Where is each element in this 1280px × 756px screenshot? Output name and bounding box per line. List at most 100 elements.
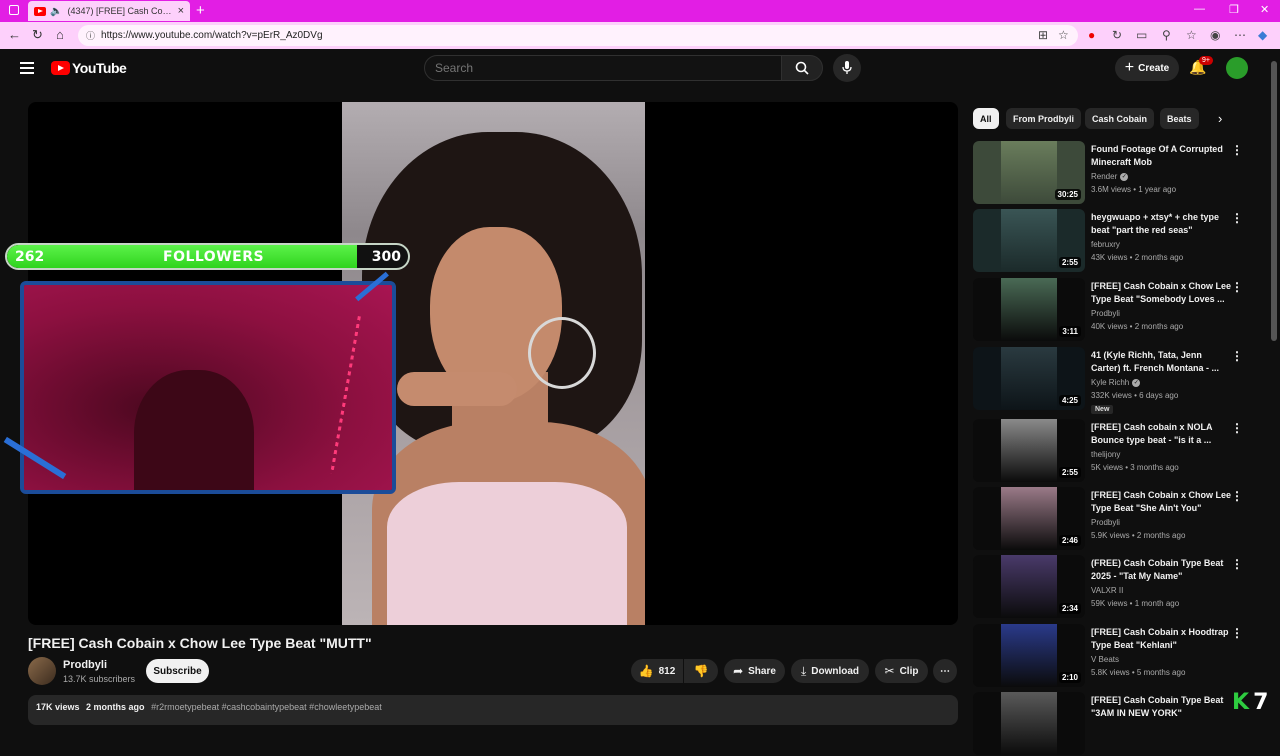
recommendation-channel[interactable]: VALXR II — [1091, 586, 1123, 595]
more-vertical-icon[interactable]: ⋮ — [1231, 211, 1243, 225]
description-box[interactable]: 17K views 2 months ago #r2rmoetypebeat #… — [28, 695, 958, 725]
thumbnail-image — [1001, 347, 1057, 410]
recommendation-title[interactable]: [FREE] Cash Cobain Type Beat "3AM IN NEW… — [1091, 694, 1231, 720]
recommendation-item[interactable]: 2:34 (FREE) Cash Cobain Type Beat 2025 - … — [973, 555, 1253, 619]
menu-icon[interactable] — [20, 62, 34, 74]
more-vertical-icon[interactable]: ⋮ — [1231, 280, 1243, 294]
recommendation-channel[interactable]: thelijony — [1091, 450, 1120, 459]
recommendation-channel[interactable]: Prodbyli — [1091, 309, 1120, 318]
app-available-icon[interactable]: ⊞ — [1038, 28, 1048, 42]
hashtags[interactable]: #r2rmoetypebeat #cashcobaintypebeat #cho… — [151, 702, 382, 712]
recommendation-title[interactable]: Found Footage Of A Corrupted Minecraft M… — [1091, 143, 1231, 169]
new-tab-icon[interactable]: + — [196, 2, 205, 19]
recommendation-item[interactable]: 2:55 [FREE] Cash cobain x NOLA Bounce typ… — [973, 419, 1253, 483]
recommendation-item[interactable]: 30:25 Found Footage Of A Corrupted Minecr… — [973, 141, 1253, 205]
recommendation-title[interactable]: (FREE) Cash Cobain Type Beat 2025 - "Tat… — [1091, 557, 1231, 583]
create-button[interactable]: + Create — [1115, 55, 1179, 81]
more-vertical-icon[interactable]: ⋮ — [1231, 349, 1243, 363]
recommendation-title[interactable]: [FREE] Cash Cobain x Chow Lee Type Beat … — [1091, 280, 1231, 306]
recommendation-thumbnail[interactable]: 30:25 — [973, 141, 1085, 204]
recommendation-thumbnail[interactable]: 2:46 — [973, 487, 1085, 550]
thumbnail-image — [1001, 624, 1057, 687]
favorites-icon[interactable]: ☆ — [1186, 28, 1197, 42]
recommendation-item[interactable]: 2:10 [FREE] Cash Cobain x Hoodtrap Type B… — [973, 624, 1253, 688]
more-actions-button[interactable]: ⋯ — [933, 659, 957, 683]
recommendation-title[interactable]: [FREE] Cash cobain x NOLA Bounce type be… — [1091, 421, 1231, 447]
scrollbar-thumb[interactable] — [1271, 61, 1277, 341]
chip-cash-cobain[interactable]: Cash Cobain — [1085, 108, 1155, 129]
speaker-icon[interactable]: 🔈 — [50, 6, 62, 17]
recommendation-title[interactable]: heygwuapo + xtsy* + che type beat "part … — [1091, 211, 1231, 237]
recommendation-thumbnail[interactable]: 2:34 — [973, 555, 1085, 618]
dislike-button[interactable]: 👎 — [684, 659, 718, 683]
close-window-icon[interactable]: ✕ — [1260, 3, 1269, 16]
more-vertical-icon[interactable]: ⋮ — [1231, 557, 1243, 571]
profile-icon[interactable]: ◉ — [1210, 28, 1220, 42]
channel-name[interactable]: Prodbyli — [63, 659, 107, 671]
address-bar[interactable]: ⓘ https://www.youtube.com/watch?v=pErR_A… — [78, 25, 1078, 46]
recommendation-item[interactable]: [FREE] Cash Cobain Type Beat "3AM IN NEW… — [973, 692, 1253, 756]
extensions-icon[interactable]: ⚲ — [1162, 28, 1171, 42]
recommendation-channel[interactable]: Prodbyli — [1091, 518, 1120, 527]
chip-all[interactable]: All — [973, 108, 999, 129]
recommendation-title[interactable]: 41 (Kyle Richh, Tata, Jenn Carter) ft. F… — [1091, 349, 1231, 375]
recommendation-item[interactable]: 2:46 [FREE] Cash Cobain x Chow Lee Type B… — [973, 487, 1253, 551]
chip-from-prodbyli[interactable]: From Prodbyli — [1006, 108, 1082, 129]
download-button[interactable]: ⤓ Download — [791, 659, 869, 683]
recommendation-channel[interactable]: V Beats — [1091, 655, 1119, 664]
split-screen-icon[interactable]: ▭ — [1136, 28, 1147, 42]
maximize-icon[interactable]: ❐ — [1229, 3, 1239, 16]
clip-button[interactable]: ✂ Clip — [875, 659, 928, 683]
recommendation-channel[interactable]: Render ✓ — [1091, 172, 1129, 181]
recommendation-thumbnail[interactable] — [973, 692, 1085, 755]
account-avatar[interactable] — [1226, 57, 1248, 79]
recommendation-channel[interactable]: februxry — [1091, 240, 1120, 249]
scissors-icon: ✂ — [884, 664, 895, 678]
page-scrollbar[interactable] — [1268, 49, 1280, 720]
more-vertical-icon[interactable]: ⋮ — [1231, 143, 1243, 157]
recommendation-title[interactable]: [FREE] Cash Cobain x Hoodtrap Type Beat … — [1091, 626, 1231, 652]
search-input[interactable] — [435, 61, 781, 75]
subscribe-button[interactable]: Subscribe — [146, 659, 209, 683]
recommendation-thumbnail[interactable]: 4:25 — [973, 347, 1085, 410]
video-title: [FREE] Cash Cobain x Chow Lee Type Beat … — [28, 635, 372, 651]
share-arrow-icon: ➦ — [733, 664, 744, 678]
extension-icon[interactable]: ● — [1088, 28, 1095, 42]
tab-actions-icon[interactable] — [9, 5, 19, 15]
recommendation-title[interactable]: [FREE] Cash Cobain x Chow Lee Type Beat … — [1091, 489, 1231, 515]
youtube-logo[interactable]: YouTube — [51, 60, 127, 76]
like-button[interactable]: 👍 812 — [631, 659, 683, 683]
copilot-icon[interactable]: ◆ — [1258, 28, 1267, 42]
recommendation-channel[interactable]: Kyle Richh ✓ — [1091, 378, 1141, 387]
share-button[interactable]: ➦ Share — [724, 659, 785, 683]
more-vertical-icon[interactable]: ⋮ — [1231, 626, 1243, 640]
channel-avatar[interactable] — [28, 657, 56, 685]
recommendation-item[interactable]: 4:25 41 (Kyle Richh, Tata, Jenn Carter) f… — [973, 347, 1253, 414]
recommendation-thumbnail[interactable]: 2:10 — [973, 624, 1085, 687]
browser-tab[interactable]: 🔈 (4347) [FREE] Cash Cobain x × — [28, 1, 190, 21]
search-box[interactable] — [424, 55, 782, 81]
search-button[interactable] — [781, 55, 823, 81]
voice-search-button[interactable] — [833, 54, 861, 82]
recommendation-item[interactable]: 2:55 heygwuapo + xtsy* + che type beat "p… — [973, 209, 1253, 273]
favorite-star-icon[interactable]: ☆ — [1058, 28, 1069, 42]
chip-beats[interactable]: Beats — [1160, 108, 1199, 129]
chevron-right-icon[interactable]: › — [1218, 111, 1222, 126]
more-vertical-icon[interactable]: ⋮ — [1231, 489, 1243, 503]
more-vertical-icon[interactable]: ⋮ — [1231, 421, 1243, 435]
recommendation-thumbnail[interactable]: 2:55 — [973, 419, 1085, 482]
youtube-header: YouTube + Create 🔔 9+ — [0, 49, 1268, 89]
more-menu-icon[interactable]: ⋯ — [1234, 28, 1246, 42]
recommendation-item[interactable]: 3:11 [FREE] Cash Cobain x Chow Lee Type B… — [973, 278, 1253, 342]
refresh-icon[interactable]: ↻ — [32, 27, 43, 43]
recommendation-thumbnail[interactable]: 2:55 — [973, 209, 1085, 272]
minimize-icon[interactable]: — — [1194, 3, 1205, 15]
recommendation-thumbnail[interactable]: 3:11 — [973, 278, 1085, 341]
home-icon[interactable]: ⌂ — [56, 27, 64, 42]
extension-refresh-icon[interactable]: ↻ — [1112, 28, 1122, 42]
photo-top — [387, 482, 627, 625]
back-icon[interactable]: ← — [8, 27, 21, 42]
clip-label: Clip — [899, 665, 919, 677]
close-tab-icon[interactable]: × — [178, 5, 184, 17]
site-info-icon[interactable]: ⓘ — [86, 29, 95, 42]
